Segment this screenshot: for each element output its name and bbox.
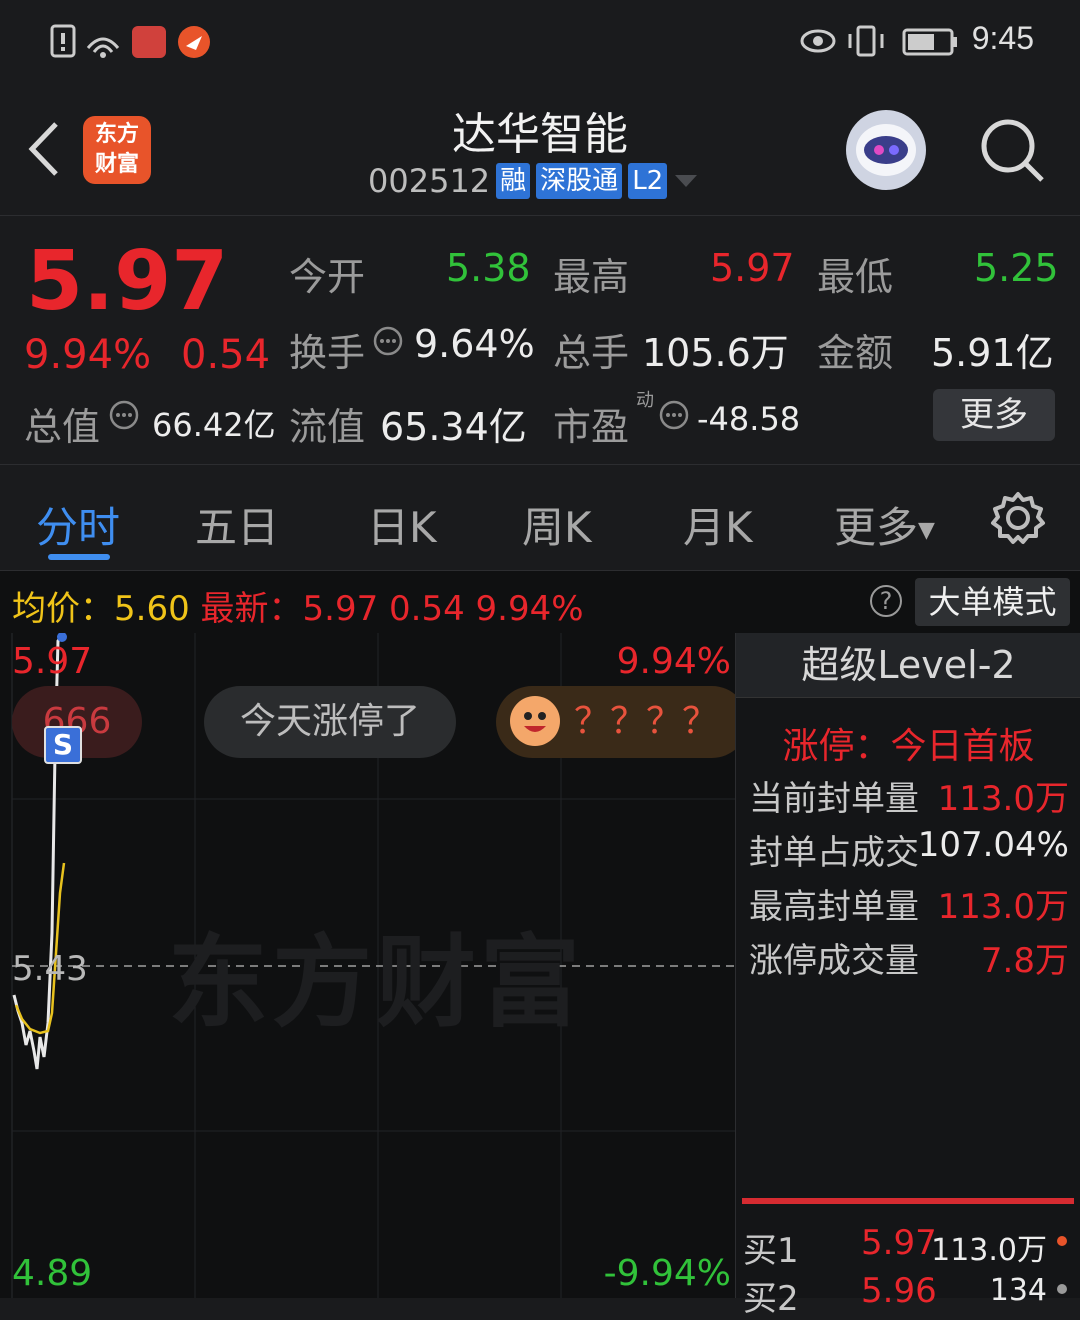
y-axis-bottom-price: 4.89 — [12, 1253, 93, 1294]
tab-more-label: 更多 — [834, 503, 919, 552]
limit-volume-label: 涨停成交量 — [749, 941, 919, 981]
status-icons-left — [50, 24, 210, 58]
clock: 9:45 — [971, 20, 1034, 56]
bid1-volume: 113.0万 — [931, 1233, 1047, 1268]
avg-value: 5.60 — [114, 589, 190, 629]
tab-intraday[interactable]: 分时 — [36, 494, 120, 555]
amount-label: 金额 — [817, 331, 894, 375]
tag-margin: 融 — [496, 163, 531, 199]
volume-label: 总手 — [553, 331, 630, 375]
y-axis-bottom-percent: -9.94% — [603, 1253, 731, 1294]
big-order-mode-button[interactable]: 大单模式 — [915, 578, 1070, 626]
open-value: 5.38 — [446, 246, 531, 290]
seal-ratio-value: 107.04% — [917, 825, 1069, 865]
bid2-label: 买2 — [743, 1279, 799, 1319]
quote-panel: 5.97 9.94% 0.54 今开 5.38 最高 5.97 最低 5.25 … — [0, 216, 1080, 465]
change-percent: 9.94% — [24, 332, 152, 378]
status-icons-right — [800, 25, 957, 57]
y-axis-top-price: 5.97 — [12, 641, 93, 682]
current-price: 5.97 — [26, 234, 229, 329]
amount-value: 5.91亿 — [931, 331, 1054, 375]
caret-down-icon: ▼ — [918, 518, 935, 543]
latest-value: 5.97 — [302, 589, 379, 629]
low-value: 5.25 — [974, 246, 1059, 290]
y-axis-top-percent: 9.94% — [616, 641, 731, 682]
open-label: 今开 — [289, 255, 366, 299]
max-seal-value: 113.0万 — [937, 887, 1069, 927]
info-dots-icon[interactable] — [372, 325, 404, 357]
stock-code: 002512 — [368, 162, 491, 200]
bid2-dot — [1057, 1284, 1067, 1294]
seal-volume-label: 当前封单量 — [749, 779, 919, 819]
latest-label: 最新： — [200, 589, 303, 629]
chart-info-bar: 均价：5.60 最新：5.97 0.54 9.94% ? 大单模式 — [0, 571, 1080, 634]
tab-five-day[interactable]: 五日 — [195, 494, 279, 555]
latest-change: 0.54 — [389, 589, 465, 629]
bid2-price: 5.96 — [861, 1271, 937, 1311]
level2-title[interactable]: 超级Level-2 — [736, 633, 1080, 698]
change-amount: 0.54 — [181, 332, 271, 378]
bid1-dot — [1057, 1236, 1067, 1246]
bid1-price: 5.97 — [861, 1223, 937, 1263]
float-value: 65.34亿 — [380, 405, 527, 449]
low-label: 最低 — [817, 255, 894, 299]
stock-header: 东方 财富 达华智能 002512 融 深股通 L2 — [0, 82, 1080, 216]
chart-tabs: 分时 五日 日K 周K 月K 更多▼ — [0, 466, 1080, 571]
limit-up-status: 涨停：今日首板 — [782, 726, 1035, 767]
question-bubble[interactable]: ？？？？ — [496, 686, 748, 758]
help-icon[interactable]: ? — [870, 585, 902, 617]
limit-volume-value: 7.8万 — [980, 941, 1069, 981]
status-bar: 9:45 — [0, 0, 1080, 82]
high-value: 5.97 — [710, 246, 795, 290]
robot-icon — [856, 124, 916, 176]
dropdown-triangle-icon[interactable] — [673, 171, 699, 191]
settings-gear-icon[interactable] — [990, 490, 1046, 546]
turnover-label: 换手 — [289, 331, 366, 375]
search-icon[interactable] — [978, 116, 1046, 184]
tab-monthly-k[interactable]: 月K — [683, 494, 753, 555]
today-limit-up-bubble[interactable]: 今天涨停了 — [204, 686, 456, 758]
tab-more[interactable]: 更多▼ — [834, 494, 935, 555]
assistant-robot-avatar[interactable] — [846, 110, 926, 190]
active-tab-indicator — [48, 554, 110, 560]
cartoon-face-icon — [510, 696, 560, 746]
bid-divider — [742, 1198, 1074, 1204]
pe-dynamic-mark: 动 — [636, 390, 654, 411]
pe-label: 市盈 — [553, 405, 630, 449]
mktcap-value: 66.42亿 — [152, 406, 276, 444]
max-seal-label: 最高封单量 — [749, 887, 919, 927]
more-quote-button[interactable]: 更多 — [933, 389, 1055, 441]
question-text: ？？？？ — [574, 701, 719, 742]
float-label: 流值 — [289, 405, 366, 449]
seal-ratio-label: 封单占成交 — [749, 833, 919, 873]
price-summary: 均价：5.60 最新：5.97 0.54 9.94% — [12, 581, 584, 630]
bid2-volume: 134 — [989, 1273, 1047, 1308]
intraday-chart[interactable]: 东方财富 5.97 9.94% 5.43 4.89 -9.94% 666 S 今… — [0, 633, 748, 1298]
tag-connect: 深股通 — [536, 163, 623, 199]
pe-value: -48.58 — [697, 400, 801, 438]
latest-percent: 9.94% — [475, 589, 584, 629]
bid1-label: 买1 — [743, 1231, 799, 1271]
tab-weekly-k[interactable]: 周K — [522, 494, 592, 555]
tag-l2: L2 — [628, 163, 668, 199]
seal-volume-value: 113.0万 — [937, 779, 1069, 819]
mktcap-label: 总值 — [24, 405, 101, 449]
signal-marker-s[interactable]: S — [44, 726, 82, 764]
info-dots-icon[interactable] — [658, 399, 690, 431]
avg-label: 均价： — [12, 589, 114, 629]
info-dots-icon[interactable] — [108, 399, 140, 431]
level2-panel: 超级Level-2 涨停：今日首板 当前封单量 113.0万 封单占成交 107… — [735, 633, 1080, 1319]
turnover-value: 9.64% — [414, 322, 535, 366]
tab-daily-k[interactable]: 日K — [367, 494, 437, 555]
volume-value: 105.6万 — [642, 331, 789, 375]
y-axis-mid-price: 5.43 — [12, 949, 88, 989]
high-label: 最高 — [553, 255, 630, 299]
stock-code-row[interactable]: 002512 融 深股通 L2 — [368, 162, 699, 200]
